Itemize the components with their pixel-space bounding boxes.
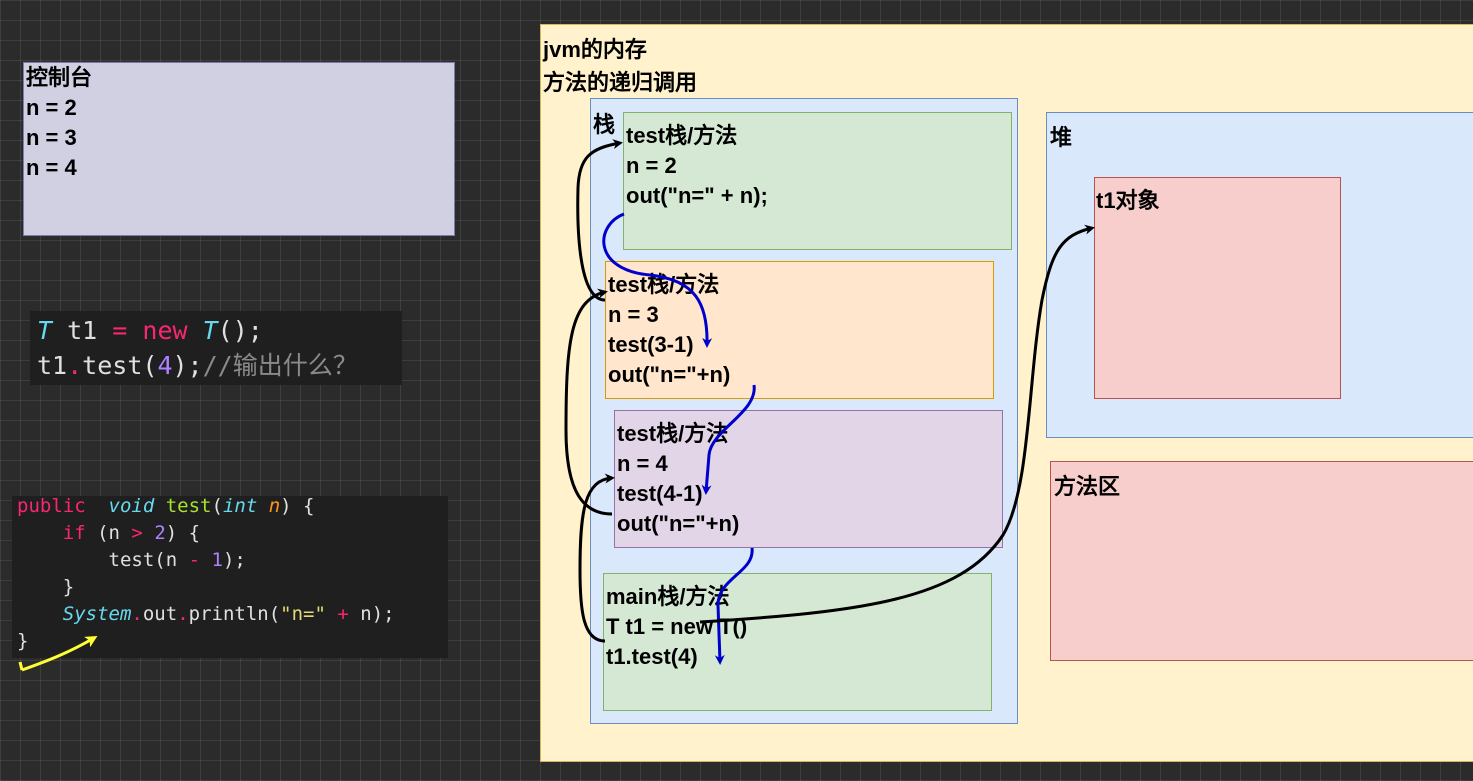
highlight-arrow bbox=[21, 635, 98, 672]
call-arrow-n3-to-n2 bbox=[602, 212, 713, 348]
reference-arrow-t1-to-object bbox=[699, 224, 1095, 624]
arrows-overlay bbox=[18, 139, 1095, 672]
call-arrow-main-to-n4 bbox=[714, 547, 754, 665]
return-arrow-n4-to-main bbox=[578, 473, 615, 643]
call-arrow-n4-to-n3 bbox=[701, 384, 756, 495]
